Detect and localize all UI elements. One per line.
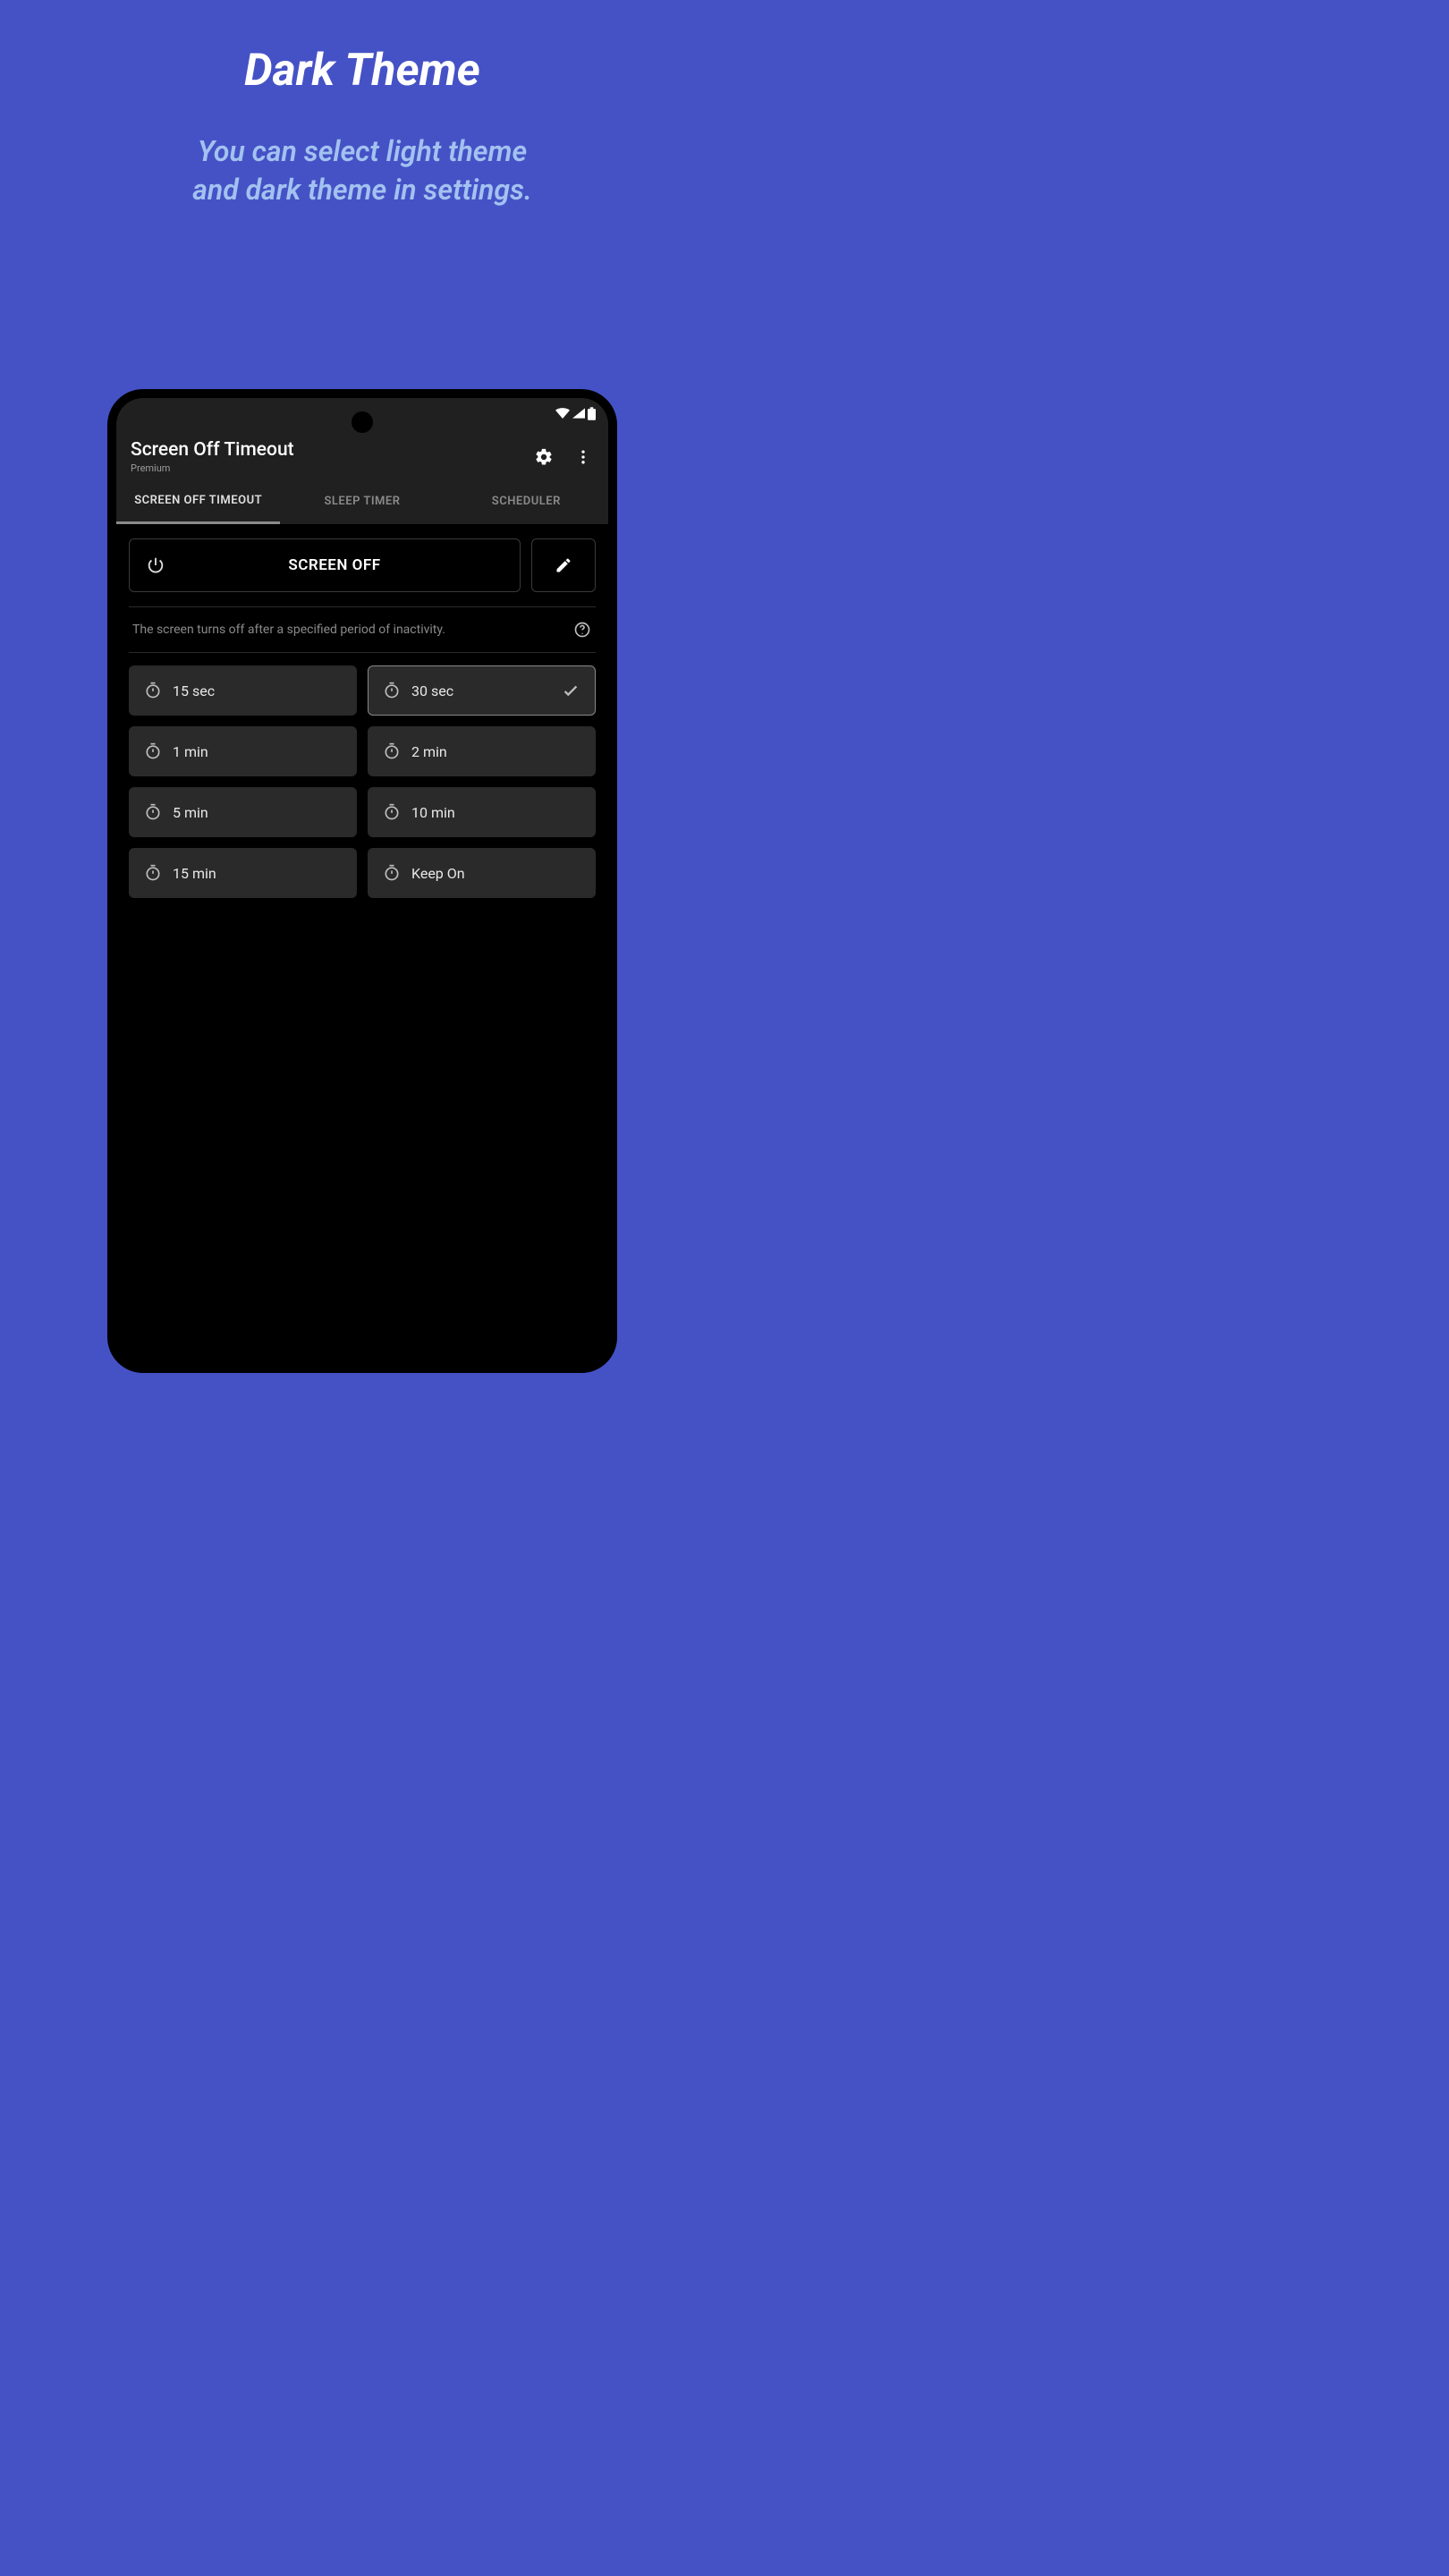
signal-icon [572, 408, 585, 419]
timeout-option-label: 1 min [173, 743, 208, 760]
more-vert-icon [574, 448, 592, 466]
tab-label: SLEEP TIMER [324, 496, 400, 509]
description-text: The screen turns off after a specified p… [132, 623, 572, 637]
pencil-icon [555, 556, 572, 574]
timeout-option[interactable]: 1 min [129, 726, 357, 776]
timeout-option[interactable]: Keep On [368, 848, 596, 898]
app-header: Screen Off Timeout Premium [116, 398, 608, 524]
app-title-block: Screen Off Timeout Premium [131, 439, 533, 474]
promo-subtitle-line1: You can select light theme [198, 134, 527, 168]
tab-bar: SCREEN OFF TIMEOUT SLEEP TIMER SCHEDULER [116, 481, 608, 524]
timeout-option[interactable]: 15 min [129, 848, 357, 898]
main-content: SCREEN OFF The screen turns off after a … [116, 524, 608, 912]
gear-icon [534, 447, 554, 467]
power-icon [146, 555, 165, 575]
camera-notch [352, 411, 373, 433]
timeout-option-label: Keep On [411, 865, 465, 882]
timeout-option[interactable]: 30 sec [368, 665, 596, 716]
settings-button[interactable] [533, 446, 555, 468]
battery-icon [588, 407, 596, 420]
screen-off-label: SCREEN OFF [165, 556, 504, 574]
help-button[interactable] [572, 620, 592, 640]
timeout-option[interactable]: 2 min [368, 726, 596, 776]
tab-scheduler[interactable]: SCHEDULER [445, 481, 608, 524]
description-row: The screen turns off after a specified p… [129, 606, 596, 653]
timeout-option[interactable]: 5 min [129, 787, 357, 837]
edit-button[interactable] [531, 538, 596, 592]
timeout-option[interactable]: 10 min [368, 787, 596, 837]
app-title: Screen Off Timeout [131, 439, 533, 461]
timeout-option-label: 15 sec [173, 682, 215, 699]
tab-screen-off-timeout[interactable]: SCREEN OFF TIMEOUT [116, 481, 280, 524]
tab-sleep-timer[interactable]: SLEEP TIMER [280, 481, 444, 524]
app-subtitle: Premium [131, 462, 533, 474]
check-icon [561, 681, 580, 700]
wifi-icon [555, 408, 570, 419]
timeout-option-label: 30 sec [411, 682, 453, 699]
timeout-options-grid: 15 sec 30 sec 1 min 2 min 5 min 10 min 15 min K… [129, 665, 596, 898]
timer-icon [383, 803, 401, 821]
tab-label: SCHEDULER [492, 496, 561, 509]
phone-frame: Screen Off Timeout Premium [107, 389, 617, 1373]
timeout-option-label: 10 min [411, 804, 455, 821]
timer-icon [383, 864, 401, 882]
timer-icon [144, 742, 162, 760]
promo-subtitle: You can select light theme and dark them… [0, 132, 724, 209]
promo-subtitle-line2: and dark theme in settings. [192, 173, 532, 207]
timer-icon [383, 682, 401, 699]
timer-icon [383, 742, 401, 760]
promo-title: Dark Theme [0, 45, 724, 97]
screen-off-button[interactable]: SCREEN OFF [129, 538, 521, 592]
more-button[interactable] [572, 446, 594, 468]
timer-icon [144, 803, 162, 821]
timeout-option-label: 2 min [411, 743, 447, 760]
timer-icon [144, 864, 162, 882]
phone-screen: Screen Off Timeout Premium [116, 398, 608, 1364]
timeout-option-label: 15 min [173, 865, 216, 882]
help-icon [573, 621, 591, 639]
timer-icon [144, 682, 162, 699]
timeout-option-label: 5 min [173, 804, 208, 821]
timeout-option[interactable]: 15 sec [129, 665, 357, 716]
tab-label: SCREEN OFF TIMEOUT [134, 495, 262, 508]
